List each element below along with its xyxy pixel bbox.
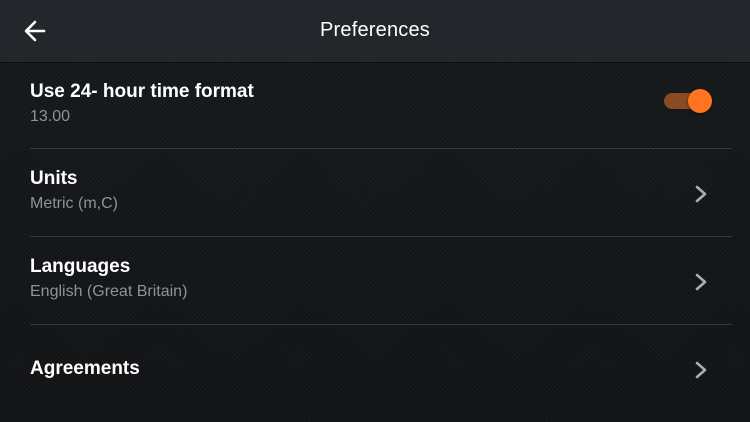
units-label: Units	[30, 168, 78, 189]
toggle-knob	[688, 89, 712, 113]
page-title: Preferences	[319, 19, 431, 41]
time-format-label: Use 24- hour time format	[30, 81, 254, 102]
setting-units[interactable]: Units Metric (m,C)	[30, 149, 732, 237]
settings-list: Use 24- hour time format 13.00 Units Met…	[0, 62, 750, 412]
setting-languages[interactable]: Languages English (Great Britain)	[30, 237, 732, 325]
chevron-right-icon	[695, 185, 707, 203]
languages-value: English (Great Britain)	[30, 283, 188, 300]
preferences-screen: Preferences Use 24- hour time format 13.…	[0, 0, 750, 422]
header-bar: Preferences	[0, 0, 750, 62]
chevron-right-icon	[695, 361, 707, 379]
units-value: Metric (m,C)	[30, 195, 118, 212]
time-format-toggle[interactable]	[664, 89, 712, 113]
chevron-right-icon	[695, 273, 707, 291]
agreements-label: Agreements	[30, 358, 140, 379]
setting-time-format: Use 24- hour time format 13.00	[30, 62, 732, 149]
languages-label: Languages	[30, 256, 131, 277]
setting-agreements[interactable]: Agreements	[30, 325, 732, 412]
time-format-example: 13.00	[30, 108, 71, 125]
